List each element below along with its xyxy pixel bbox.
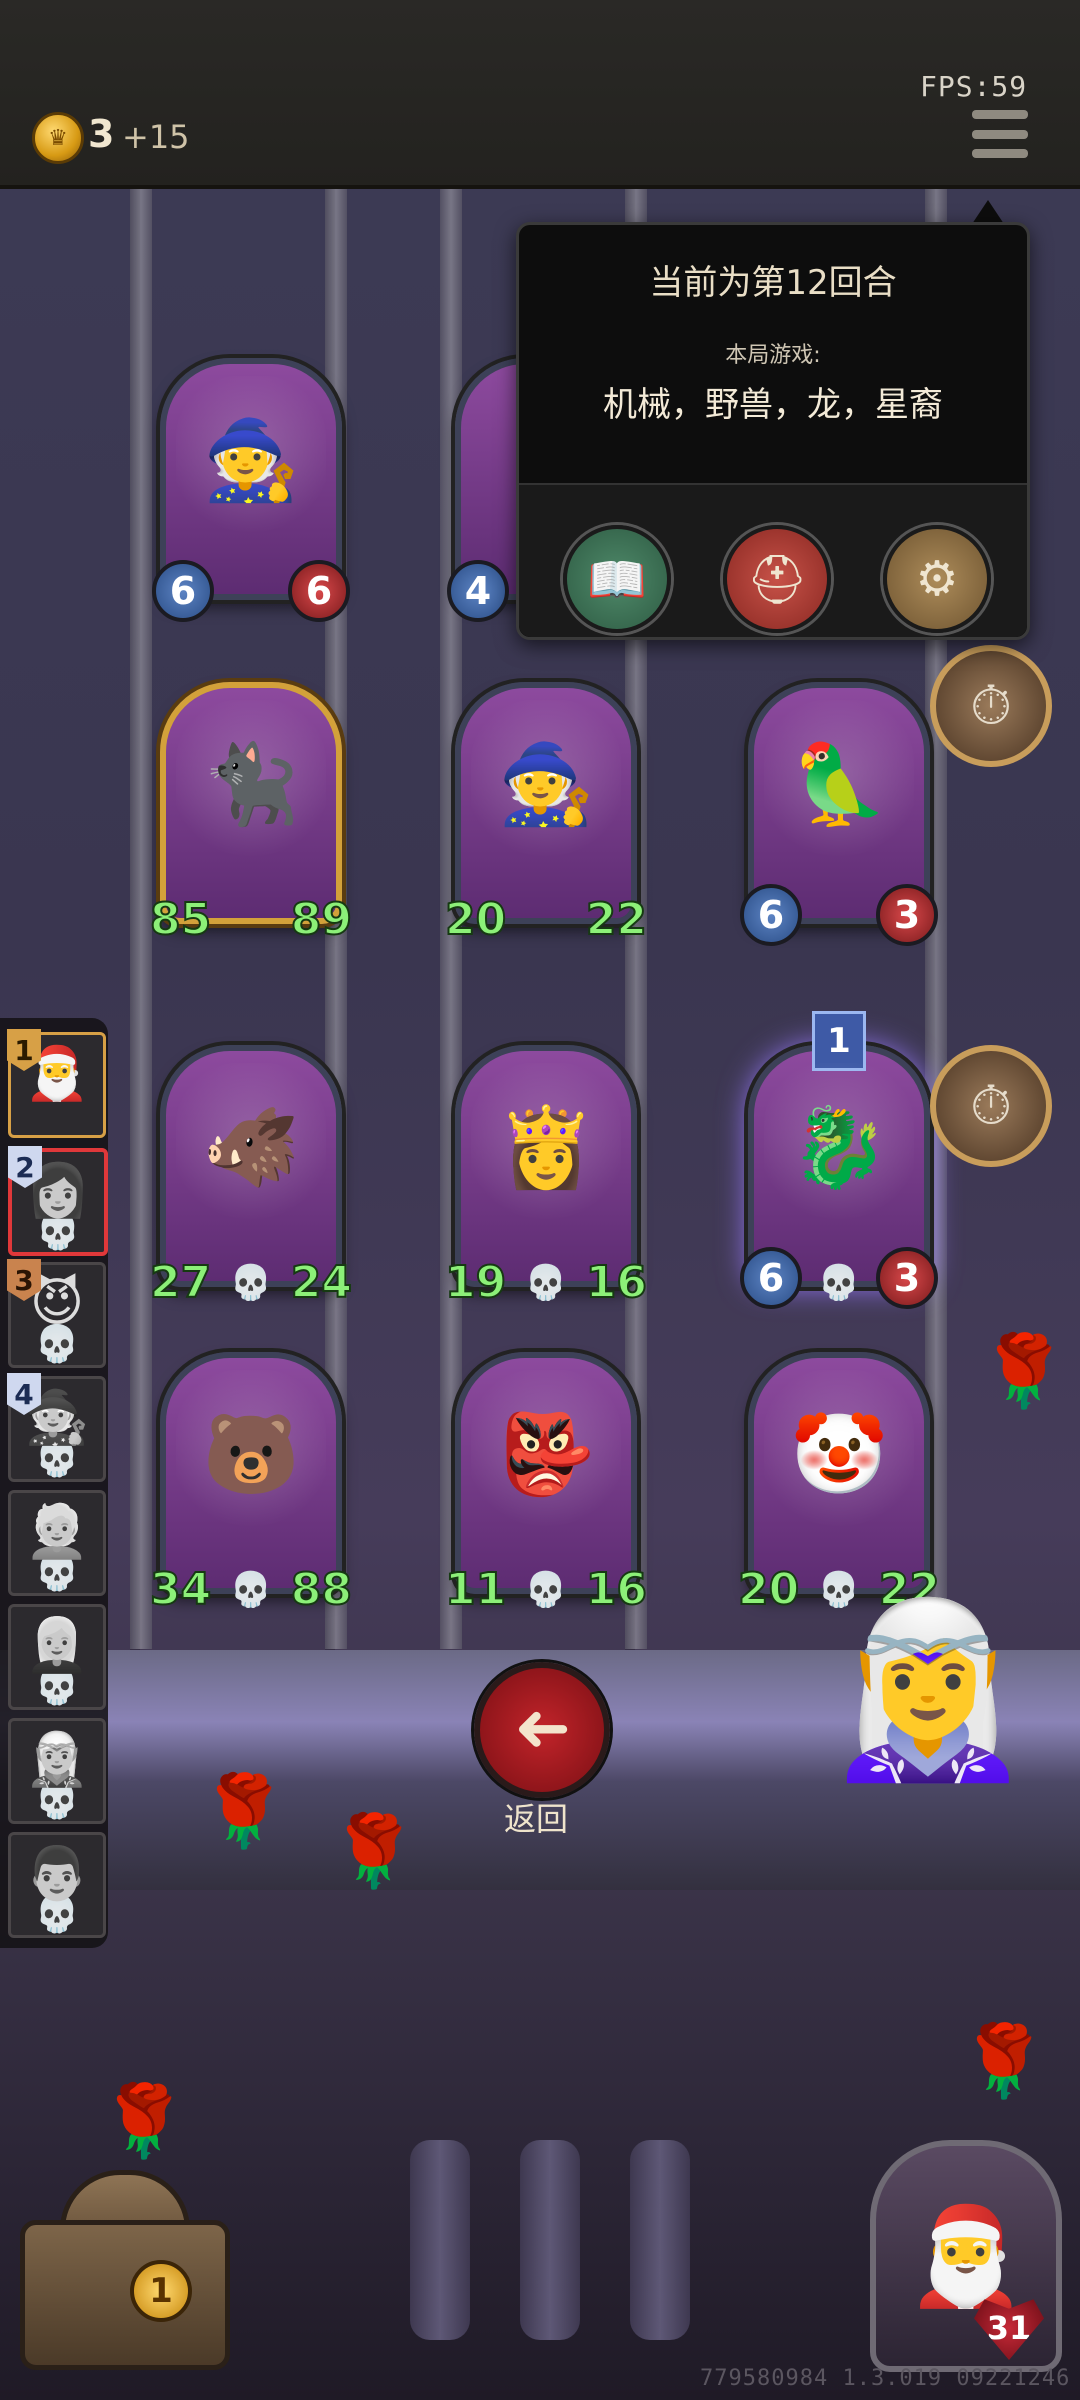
rose-decoration: 🌹 [200, 1770, 288, 1852]
unit-portrait: 🐗 [202, 1103, 300, 1193]
roster-slot[interactable]: 🎅 1 [7, 1029, 106, 1138]
gear-icon[interactable]: ⚙ [883, 525, 991, 633]
round-info-popup: 当前为第12回合 本局游戏: 机械，野兽，龙，星裔 📖 ⛑ ⚙ [516, 222, 1030, 640]
unit-portrait: 🐻 [202, 1410, 300, 1500]
tier-badge: 1 [812, 1011, 866, 1071]
unit-card[interactable]: 👸 19 💀 16 [444, 1045, 648, 1309]
back-label: 返回 [503, 1800, 568, 1838]
pocket-watch-icon[interactable]: ⏱ [930, 1045, 1052, 1167]
attack-stat: 4 [447, 560, 509, 622]
skull-icon: 💀 [524, 1570, 568, 1610]
tribes-list: 机械，野兽，龙，星裔 [603, 385, 943, 425]
attack-stat: 20 [737, 1563, 800, 1616]
baluster [630, 2140, 690, 2340]
baluster [410, 2140, 470, 2340]
unit-card[interactable]: 👺 11 💀 16 [444, 1352, 648, 1616]
coin-count: 3 [88, 112, 115, 156]
unit-portrait: 🤡 [790, 1410, 888, 1500]
menu-bar-icon [972, 149, 1028, 158]
roster-slot[interactable]: 🧝 💀 [8, 1718, 106, 1824]
fps-counter: FPS:59 [920, 70, 1028, 103]
attack-stat: 19 [444, 1256, 507, 1309]
roster-slot[interactable]: 👨 💀 [8, 1832, 106, 1938]
unit-portrait: 🦜 [790, 740, 888, 830]
roster-slot[interactable]: 😈 3 💀 [7, 1259, 106, 1368]
health-stat: 89 [290, 893, 353, 946]
player-avatar: 🧝 [24, 1730, 90, 1790]
health-stat: 22 [585, 893, 648, 946]
divider [519, 483, 1027, 485]
coin-icon: ♛ [32, 112, 84, 164]
menu-bar-icon [972, 110, 1028, 119]
pocket-watch-icon[interactable]: ⏱ [930, 645, 1052, 767]
arrow-left-icon: ➜ [513, 1690, 571, 1770]
roster-slot[interactable]: 🧙 4 💀 [7, 1373, 106, 1482]
build-info: 779580984 1.3.019 09221246 [700, 2366, 1071, 2391]
health-stat: 24 [290, 1256, 353, 1309]
skull-icon: 💀 [524, 1263, 568, 1303]
health-stat: 16 [585, 1563, 648, 1616]
rose-decoration: 🌹 [980, 1330, 1068, 1412]
unit-portrait: 🐈‍⬛ [202, 740, 300, 830]
roster-slot[interactable]: 👩 2 💀 [8, 1146, 108, 1256]
player-avatar: 👩‍🦳 [24, 1616, 90, 1676]
unit-portrait: 🐉 [790, 1103, 888, 1193]
unit-portrait: 🧙 [202, 416, 300, 506]
rose-decoration: 🌹 [960, 2020, 1048, 2102]
player-avatar: 👱 [24, 1502, 90, 1562]
unit-portrait: 🧙 [497, 740, 595, 830]
skull-icon: 💀 [817, 1263, 861, 1303]
unit-portrait: 👸 [497, 1103, 595, 1193]
health-stat: 3 [876, 884, 938, 946]
chest-count-badge: 1 [130, 2260, 192, 2322]
skull-icon: 💀 [229, 1263, 273, 1303]
unit-card[interactable]: 🧙 6 6 [152, 358, 350, 622]
attack-stat: 85 [149, 893, 212, 946]
rose-decoration: 🌹 [330, 1810, 418, 1892]
player-avatar: 👨 [24, 1844, 90, 1904]
top-bar [0, 0, 1080, 189]
roster-slot[interactable]: 👩‍🦳 💀 [8, 1604, 106, 1710]
attack-stat: 11 [444, 1563, 507, 1616]
unit-card[interactable]: 🧙 20 22 [444, 682, 648, 946]
hero-portrait[interactable]: 🎅 [870, 2140, 1062, 2372]
this-game-label: 本局游戏: [725, 343, 821, 368]
popup-pointer [972, 200, 1004, 224]
opponent-roster: 🎅 1 👩 2 💀 😈 3 💀 🧙 4 💀 👱 💀 👩‍🦳 💀 🧝 💀 👨 💀 [0, 1018, 108, 1948]
menu-button[interactable] [972, 110, 1028, 158]
attack-stat: 20 [444, 893, 507, 946]
health-stat: 6 [288, 560, 350, 622]
unit-card[interactable]: 🐻 34 💀 88 [149, 1352, 353, 1616]
chest-body [20, 2220, 230, 2370]
unit-card[interactable]: 🐗 27 💀 24 [149, 1045, 353, 1309]
coin-income: +15 [122, 118, 190, 156]
unit-card[interactable]: 🦜 6 3 [740, 682, 938, 946]
skull-icon: 💀 [229, 1570, 273, 1610]
attack-stat: 34 [149, 1563, 212, 1616]
unit-card[interactable]: 🤡 20 💀 22 [737, 1352, 941, 1616]
attack-stat: 27 [149, 1256, 212, 1309]
back-button[interactable]: ➜ [474, 1662, 610, 1798]
health-stat: 16 [585, 1256, 648, 1309]
hero-helmet-icon[interactable]: ⛑ [723, 525, 831, 633]
round-title: 当前为第12回合 [649, 263, 897, 303]
health-stat: 88 [290, 1563, 353, 1616]
treasure-chest[interactable]: 1 [20, 2160, 230, 2370]
hero-face: 🎅 [906, 2199, 1026, 2312]
baluster [520, 2140, 580, 2340]
attack-stat: 6 [152, 560, 214, 622]
attack-stat: 6 [740, 1247, 802, 1309]
hero-mascot: 🧝‍♀️ [822, 1591, 1034, 1789]
unit-card[interactable]: 1 🐉 6 💀 3 [740, 1011, 938, 1309]
attack-stat: 6 [740, 884, 802, 946]
health-stat: 3 [876, 1247, 938, 1309]
rose-decoration: 🌹 [100, 2080, 188, 2162]
unit-portrait: 👺 [497, 1410, 595, 1500]
book-icon[interactable]: 📖 [563, 525, 671, 633]
unit-card-golden[interactable]: 🐈‍⬛ 85 89 [149, 682, 353, 946]
roster-slot[interactable]: 👱 💀 [8, 1490, 106, 1596]
menu-bar-icon [972, 129, 1028, 139]
